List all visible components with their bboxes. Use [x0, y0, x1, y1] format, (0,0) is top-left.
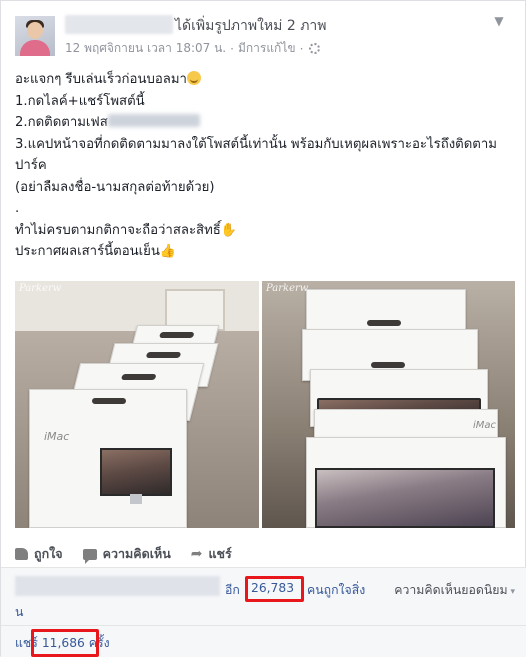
watermark-text-2: Parkerw	[266, 283, 309, 294]
liker-names-redacted[interactable]	[15, 576, 220, 596]
post-body: อะแจกๆ รีบเล่นเร็วก่อนบอลมา 1.กดไลค์+แชร…	[15, 69, 515, 263]
like-button[interactable]: ถูกใจ	[15, 544, 63, 564]
post-line-4: 3.แคปหน้าจอที่กดติดตามมาลงใต้โพสต์นี้เท่…	[15, 136, 497, 174]
pray-emoji-icon: ✋	[220, 222, 238, 238]
like-button-label: ถูกใจ	[34, 546, 63, 561]
post-line-6: .	[15, 201, 20, 216]
post-line-3: 2.กดติดตามเฟส	[15, 115, 108, 130]
post-line-1: อะแจกๆ รีบเล่นเร็วก่อนบอลมา	[15, 72, 187, 87]
post-title: ได้เพิ่มรูปภาพใหม่ 2 ภาพ	[175, 18, 327, 34]
post-line-7: ทำไม่ครบตามกติกาจะถือว่าสละสิทธิ์	[15, 222, 221, 238]
thumbs-up-emoji-icon: 👍	[159, 244, 177, 259]
share-button[interactable]: ➦ แชร์	[191, 544, 232, 564]
photo-1[interactable]: iMac iMac Parkerw	[15, 281, 259, 528]
author-name-redacted[interactable]	[65, 15, 173, 34]
page-name-redacted[interactable]	[107, 114, 200, 127]
like-count-highlight	[245, 576, 304, 602]
box-brand-text-main: iMac	[44, 430, 70, 443]
chevron-down-icon[interactable]: ▼	[491, 13, 507, 29]
comment-button[interactable]: ความคิดเห็น	[82, 544, 171, 564]
comment-button-label: ความคิดเห็น	[102, 546, 171, 561]
comment-icon	[82, 548, 97, 564]
post-line-2: 1.กดไลค์+แชร์โพสต์นี้	[15, 93, 145, 109]
post-date[interactable]: 12 พฤศจิกายน เวลา 18:07 น.	[65, 39, 226, 58]
privacy-icon[interactable]	[309, 43, 321, 54]
meta-separator-2: ·	[299, 41, 304, 56]
post-actions: ถูกใจ ความคิดเห็น ➦ แชร์	[15, 544, 232, 564]
like-suffix-wrap[interactable]: น	[15, 603, 23, 622]
smile-emoji-icon	[186, 71, 201, 85]
footer-divider	[1, 625, 526, 626]
like-icon	[15, 548, 28, 560]
photo-grid: iMac iMac Parkerw iMac Parkerw	[15, 281, 515, 528]
share-count-highlight	[31, 629, 99, 657]
post-line-8: ประกาศผลเสาร์นี้ตอนเย็น	[15, 244, 160, 259]
avatar[interactable]	[15, 16, 55, 56]
photo-2[interactable]: iMac Parkerw	[262, 281, 515, 528]
post-line-5: (อย่าลืมลงชื่อ-นามสกุลต่อท้ายด้วย)	[15, 179, 215, 195]
and-others-prefix[interactable]: อีก	[225, 581, 240, 600]
share-icon: ➦	[190, 546, 203, 562]
share-button-label: แชร์	[208, 546, 232, 561]
edited-label[interactable]: มีการแก้ไข	[238, 39, 296, 58]
post-card: ได้เพิ่มรูปภาพใหม่ 2 ภาพ ▼ 12 พฤศจิกายน …	[0, 0, 526, 657]
watermark-text: Parkerw	[19, 283, 62, 294]
like-suffix[interactable]: คนถูกใจสิ่ง	[307, 581, 365, 600]
box-brand-text-2: iMac	[473, 420, 497, 431]
meta-separator: ·	[230, 41, 234, 56]
post-meta: 12 พฤศจิกายน เวลา 18:07 น. · มีการแก้ไข …	[65, 39, 321, 58]
top-comments-dropdown[interactable]: ความคิดเห็นยอดนิยม	[394, 581, 515, 600]
